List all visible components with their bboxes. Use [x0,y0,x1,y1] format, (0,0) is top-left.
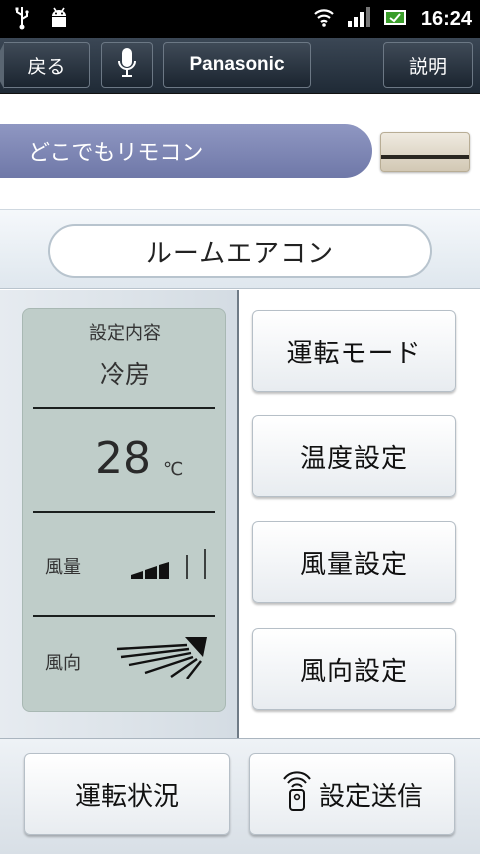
air-conditioner-icon [380,132,470,172]
voice-input-button[interactable] [101,42,153,88]
remote-signal-icon [281,770,313,819]
direction-button-label: 風向設定 [299,656,408,687]
microphone-icon [116,47,138,84]
brand-button[interactable]: Panasonic [163,42,311,88]
lcd-divider [33,511,215,513]
send-settings-label: 設定送信 [318,781,423,812]
settings-caption: 設定内容 [89,323,161,344]
settings-lcd: 設定内容 冷房 28 ℃ 風量 風向 [22,308,226,712]
help-button[interactable]: 説明 [383,42,473,88]
mode-button-label: 運転モード [286,338,422,369]
room-label: ルームエアコン [145,238,335,269]
send-settings-button[interactable]: 設定送信 [249,753,455,835]
app-title-band: どこでもリモコン [0,124,372,178]
lcd-divider [33,615,215,617]
fan-button[interactable]: 風量設定 [252,521,456,603]
settings-display-panel: 設定内容 冷房 28 ℃ 風量 風向 [0,290,239,738]
status-bar: 16:24 [0,0,480,38]
temperature-unit: ℃ [163,459,184,480]
status-time: 16:24 [420,7,472,30]
wifi-icon [313,6,335,32]
status-button-label: 運転状況 [74,781,179,812]
back-button[interactable]: 戻る [0,42,90,89]
mode-button[interactable]: 運転モード [252,310,456,392]
brand-label: Panasonic [189,54,285,75]
temperature-value: 28 [95,433,151,484]
usb-icon [14,6,30,34]
back-button-label: 戻る [27,55,66,78]
room-selector[interactable]: ルームエアコン [48,224,432,278]
main-panel: 設定内容 冷房 28 ℃ 風量 風向 運転モード 温度設定 風量設定 風向設定 [0,290,480,738]
android-debug-icon [48,6,70,34]
direction-label: 風向 [45,653,81,674]
fan-label: 風量 [45,557,81,578]
help-button-label: 説明 [408,55,447,78]
signal-icon [347,6,371,32]
temperature-button[interactable]: 温度設定 [252,415,456,497]
temperature-button-label: 温度設定 [299,443,408,474]
fan-button-label: 風量設定 [299,549,408,580]
mode-value: 冷房 [99,360,150,389]
battery-icon [383,6,409,32]
direction-button[interactable]: 風向設定 [252,628,456,710]
room-band: ルームエアコン [0,209,480,289]
app-title: どこでもリモコン [28,141,204,166]
fan-level-icon [129,547,211,585]
bottom-bar: 運転状況 設定送信 [0,738,480,854]
status-button[interactable]: 運転状況 [24,753,230,835]
lcd-divider [33,407,215,409]
app-toolbar: 戻る Panasonic 説明 [0,38,480,94]
airflow-direction-icon [113,635,209,683]
